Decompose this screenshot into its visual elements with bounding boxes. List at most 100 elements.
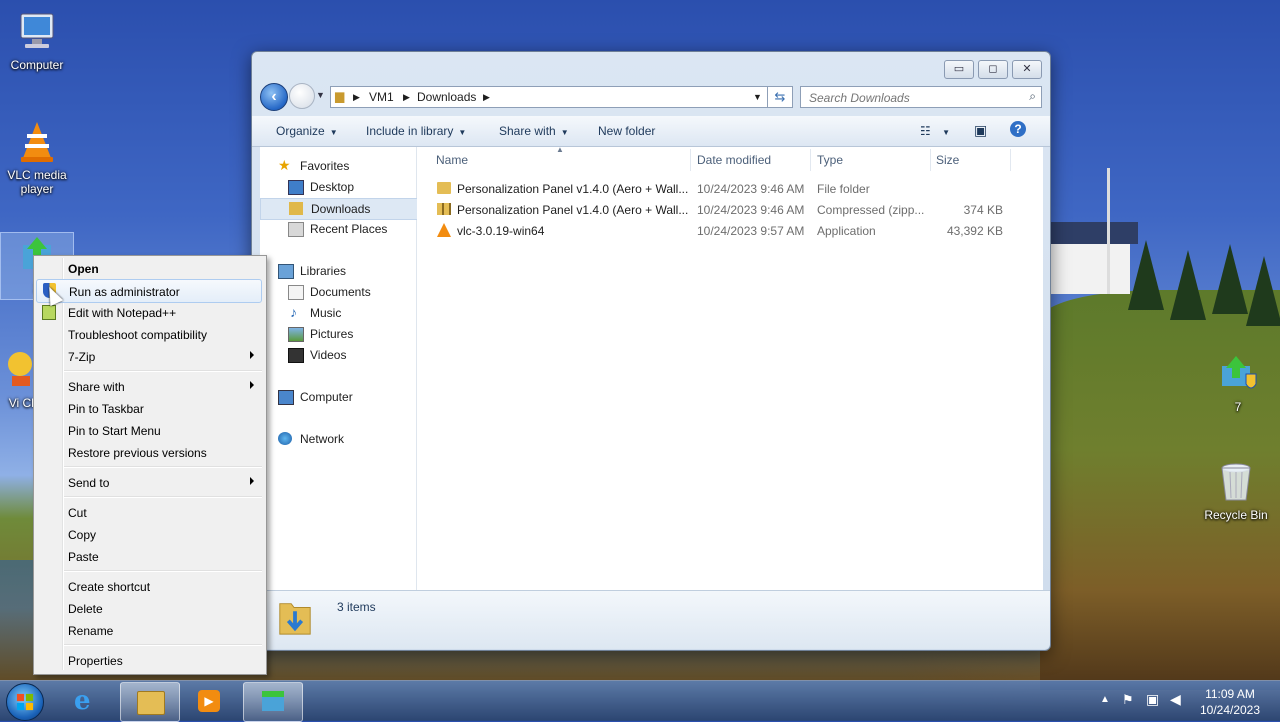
nav-downloads[interactable]: Downloads <box>260 198 418 220</box>
minimize-button[interactable]: ▭ <box>944 60 974 79</box>
nav-videos[interactable]: Videos <box>260 345 416 365</box>
desktop-icon-vlc[interactable]: VLC media player <box>0 120 77 196</box>
taskbar-installer[interactable] <box>243 682 303 722</box>
breadcrumb-separator-icon[interactable]: ▶ <box>353 92 360 103</box>
start-button[interactable] <box>6 683 44 721</box>
menu-item-properties[interactable]: Properties <box>36 649 262 671</box>
table-row[interactable]: vlc-3.0.19-win64 10/24/2023 9:57 AM Appl… <box>417 220 1043 241</box>
help-icon[interactable]: ? <box>1010 121 1026 137</box>
search-icon[interactable]: ⌕ <box>1029 89 1036 104</box>
column-divider[interactable] <box>930 149 931 171</box>
nav-network-label: Network <box>300 432 345 446</box>
desktop-icon-computer[interactable]: Computer <box>0 10 77 72</box>
menu-item-label: 7-Zip <box>68 350 96 364</box>
nav-favorites[interactable]: ★ Favorites <box>260 156 416 176</box>
table-row[interactable]: Personalization Panel v1.4.0 (Aero + Wal… <box>417 199 1043 220</box>
view-options-icon[interactable]: ☷ ▼ <box>920 124 950 138</box>
vlc-cone-icon <box>437 223 451 237</box>
action-center-flag-icon[interactable]: ⚑ <box>1122 692 1134 708</box>
desktop-icon-7[interactable]: 7 <box>1198 352 1278 414</box>
column-divider[interactable] <box>1010 149 1011 171</box>
chevron-down-icon: ▼ <box>329 128 338 137</box>
nav-desktop[interactable]: Desktop <box>260 177 416 197</box>
star-icon: ★ <box>278 157 291 173</box>
column-header-type[interactable]: Type <box>817 153 843 167</box>
menu-separator <box>64 370 262 372</box>
nav-computer[interactable]: Computer <box>260 387 416 407</box>
address-dropdown-icon[interactable]: ▼ <box>753 92 762 102</box>
file-date: 10/24/2023 9:57 AM <box>697 224 805 238</box>
address-bar[interactable]: ▆ ▶ VM1 ▶ Downloads ▶ ▼ <box>330 86 768 108</box>
menu-item-pin-to-taskbar[interactable]: Pin to Taskbar <box>36 397 262 419</box>
menu-item-7zip[interactable]: 7-Zip <box>36 345 262 367</box>
nav-downloads-label: Downloads <box>311 202 371 216</box>
network-status-icon[interactable]: ▣ <box>1146 691 1159 708</box>
breadcrumb-downloads[interactable]: Downloads <box>417 90 476 104</box>
column-divider[interactable] <box>810 149 811 171</box>
organize-button[interactable]: Organize ▼ <box>276 124 338 138</box>
column-header-size[interactable]: Size <box>936 153 959 167</box>
nav-recent-places[interactable]: Recent Places <box>260 219 416 239</box>
menu-item-rename[interactable]: Rename <box>36 619 262 641</box>
nav-music[interactable]: ♪ Music <box>260 303 416 323</box>
explorer-window: ▭ ◻ ✕ ‹ ▼ ▆ ▶ VM1 ▶ Downloads ▶ ▼ ⇆ ⌕ Or… <box>251 51 1051 651</box>
menu-item-troubleshoot-compatibility[interactable]: Troubleshoot compatibility <box>36 323 262 345</box>
menu-item-paste[interactable]: Paste <box>36 545 262 567</box>
taskbar-internet-explorer[interactable]: e <box>60 682 118 720</box>
menu-separator <box>64 644 262 646</box>
nav-network[interactable]: Network <box>260 429 416 449</box>
downloads-folder-icon <box>289 202 303 215</box>
taskbar-windows-explorer[interactable] <box>120 682 180 722</box>
menu-separator <box>64 496 262 498</box>
recycle-bin-icon <box>1221 463 1251 501</box>
file-type: File folder <box>817 182 870 196</box>
menu-item-restore-previous-versions[interactable]: Restore previous versions <box>36 441 262 463</box>
refresh-icon[interactable]: ⇆ <box>767 86 793 108</box>
menu-item-edit-with-notepad[interactable]: Edit with Notepad++ <box>36 301 262 323</box>
maximize-button[interactable]: ◻ <box>978 60 1008 79</box>
column-header-date[interactable]: Date modified <box>697 153 771 167</box>
breadcrumb-separator-icon[interactable]: ▶ <box>483 92 490 103</box>
media-player-icon: ▶ <box>198 690 220 712</box>
nav-pictures[interactable]: Pictures <box>260 324 416 344</box>
history-dropdown-icon[interactable]: ▼ <box>316 90 325 100</box>
menu-item-delete[interactable]: Delete <box>36 597 262 619</box>
new-folder-button[interactable]: New folder <box>598 124 655 138</box>
nav-libraries[interactable]: Libraries <box>260 261 416 281</box>
menu-item-cut[interactable]: Cut <box>36 501 262 523</box>
menu-item-create-shortcut[interactable]: Create shortcut <box>36 575 262 597</box>
system-clock[interactable]: 11:09 AM 10/24/2023 <box>1190 686 1270 718</box>
breadcrumb-separator-icon[interactable]: ▶ <box>403 92 410 103</box>
show-hidden-icons-icon[interactable]: ▲ <box>1100 694 1110 705</box>
column-header-name[interactable]: Name <box>436 153 468 167</box>
share-with-button[interactable]: Share with ▼ <box>499 124 569 138</box>
desktop-wallpaper-tree <box>1128 240 1164 310</box>
nav-recent-places-label: Recent Places <box>310 222 388 236</box>
search-input[interactable] <box>807 90 1021 106</box>
forward-arrow-icon[interactable] <box>289 83 315 109</box>
menu-item-label: Copy <box>68 528 97 542</box>
table-row[interactable]: Personalization Panel v1.4.0 (Aero + Wal… <box>417 178 1043 199</box>
search-box[interactable]: ⌕ <box>800 86 1042 108</box>
volume-muted-icon[interactable]: ◀ <box>1170 691 1181 708</box>
column-divider[interactable] <box>690 149 691 171</box>
taskbar-media-player[interactable]: ▶ <box>180 682 238 720</box>
breadcrumb-vm1[interactable]: VM1 <box>369 90 394 104</box>
nav-libraries-label: Libraries <box>300 264 347 278</box>
menu-item-send-to[interactable]: Send to <box>36 471 262 493</box>
close-button[interactable]: ✕ <box>1012 60 1042 79</box>
desktop-icon-recycle-bin[interactable]: Recycle Bin <box>1196 460 1276 522</box>
back-arrow-icon[interactable]: ‹ <box>260 83 288 111</box>
preview-pane-icon[interactable]: ▣ <box>974 122 987 139</box>
submenu-arrow-icon <box>250 351 254 359</box>
explorer-folder-icon <box>137 691 165 715</box>
menu-item-copy[interactable]: Copy <box>36 523 262 545</box>
nav-documents[interactable]: Documents <box>260 282 416 302</box>
menu-item-run-as-administrator[interactable]: Run as administrator <box>36 279 262 303</box>
menu-item-label: Create shortcut <box>68 580 151 594</box>
menu-item-label: Share with <box>68 380 125 394</box>
menu-item-share-with[interactable]: Share with <box>36 375 262 397</box>
menu-item-pin-to-start-menu[interactable]: Pin to Start Menu <box>36 419 262 441</box>
menu-item-open[interactable]: Open <box>36 257 262 279</box>
include-in-library-button[interactable]: Include in library ▼ <box>366 124 466 138</box>
